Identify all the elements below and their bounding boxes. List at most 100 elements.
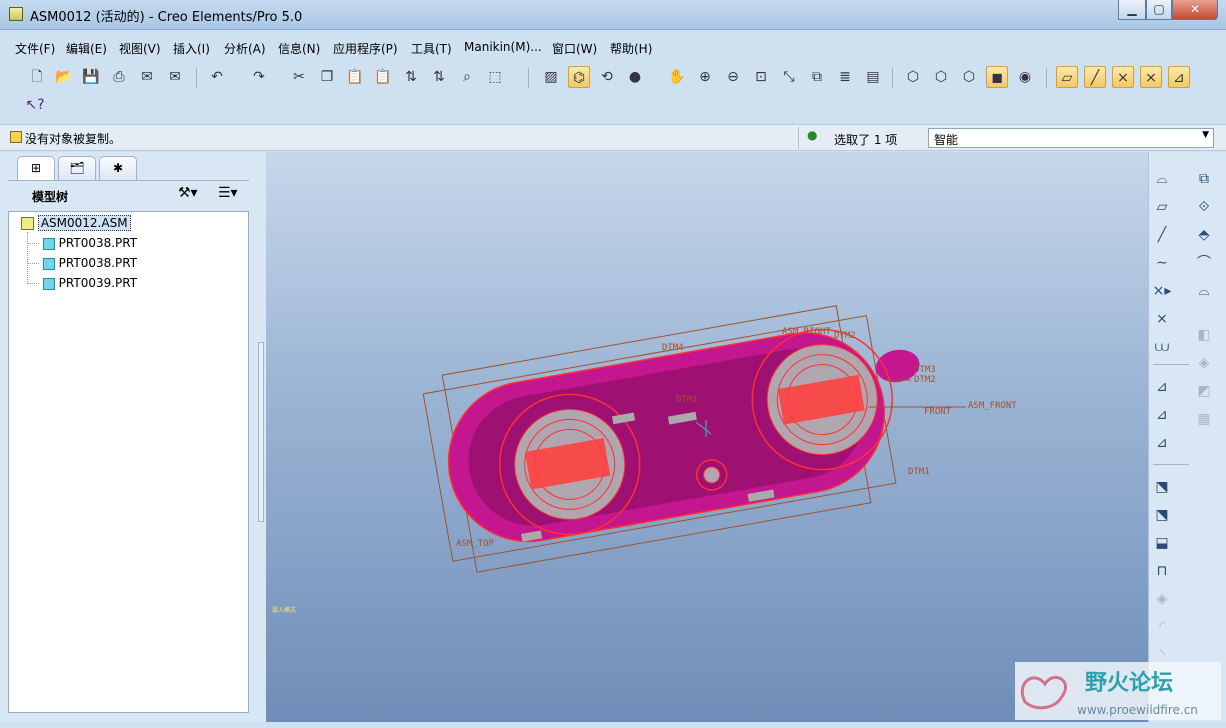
datum-label: ASM_TOP [456, 539, 495, 549]
mirror-icon[interactable]: ⟐ [1193, 196, 1215, 218]
datum-label: DTM3 [914, 365, 936, 375]
no-hidden-icon[interactable]: ⬡ [958, 66, 980, 88]
view-manager-icon[interactable]: ▤ [862, 66, 884, 88]
menu-analysis[interactable]: 分析(A) [224, 40, 266, 57]
datum-point-tool-icon[interactable]: ×▸ [1151, 280, 1173, 302]
pan-icon[interactable]: ✋ [666, 66, 688, 88]
datum-plane-tool-icon[interactable]: ▱ [1151, 196, 1173, 218]
copy-icon[interactable]: ❐ [316, 66, 338, 88]
minimize-button[interactable]: ▁ [1118, 0, 1146, 20]
reorient-icon[interactable]: ⤡ [778, 66, 800, 88]
appearance-icon[interactable]: ● [624, 66, 646, 88]
zoom-in-icon[interactable]: ⊕ [694, 66, 716, 88]
select-box-icon[interactable]: ⬚ [484, 66, 506, 88]
enhanced-realism-icon[interactable]: ◉ [1014, 66, 1036, 88]
maximize-button[interactable]: ▢ [1146, 0, 1172, 20]
close-button[interactable]: ✕ [1172, 0, 1218, 20]
datum-curve-sketch-icon[interactable]: ⌓ [1151, 168, 1173, 190]
email-icon[interactable]: ✉ [136, 66, 158, 88]
orient-mode-icon[interactable]: ⟲ [596, 66, 618, 88]
copy-feature-icon[interactable]: ⧉ [1193, 168, 1215, 190]
tree-item-part[interactable]: PRT0038.PRT [27, 236, 137, 250]
coordinate-systems-icon[interactable]: ⨯ [1140, 66, 1162, 88]
traffic-light-icon[interactable]: ● [807, 128, 817, 148]
graphics-window[interactable]: ASM_RIGHT DTM2 DTM4 DTM3 DTM2 ASM_FRONT … [266, 152, 1148, 722]
wireframe-icon[interactable]: ⬡ [902, 66, 924, 88]
viewport-note: 露入模式 [272, 606, 296, 614]
menu-view[interactable]: 视图(V) [119, 40, 161, 57]
context-help-icon[interactable]: ↖? [24, 94, 46, 116]
new-icon[interactable]: 🗋 [26, 66, 48, 88]
tree-item-assembly[interactable]: ASM0012.ASM [21, 215, 131, 231]
package-icon[interactable]: ⊿ [1151, 432, 1173, 454]
merge-icon[interactable]: ⬘ [1193, 224, 1215, 246]
hole-icon[interactable]: ⬔ [1151, 476, 1173, 498]
trim-icon[interactable]: ◧ [1193, 324, 1215, 346]
zoom-out-icon[interactable]: ⊖ [722, 66, 744, 88]
offset-icon[interactable]: ◈ [1193, 352, 1215, 374]
pattern-icon[interactable]: ▦ [1193, 408, 1215, 430]
analysis-feature-icon[interactable]: ⩊ [1151, 336, 1173, 358]
datum-curve-icon[interactable]: ∼ [1151, 252, 1173, 274]
email-link-icon[interactable]: ✉ [164, 66, 186, 88]
show-icon[interactable]: ☰▾ [218, 185, 238, 201]
create-component-icon[interactable]: ⊿ [1151, 404, 1173, 426]
tab-model-tree[interactable]: ⊞ [17, 156, 55, 180]
csys-tool-icon[interactable]: ⨯ [1151, 308, 1173, 330]
menu-insert[interactable]: 插入(I) [173, 40, 210, 57]
save-icon[interactable]: 💾 [80, 66, 102, 88]
logo-url: www.proewildfire.cn [1077, 703, 1198, 717]
menu-tools[interactable]: 工具(T) [411, 40, 452, 57]
regenerate-manager-icon[interactable]: ⇅ [428, 66, 450, 88]
panel-splitter[interactable] [258, 342, 264, 522]
shell-icon[interactable]: ⊓ [1151, 560, 1173, 582]
paste-special-icon[interactable]: 📋 [372, 66, 394, 88]
menu-applications[interactable]: 应用程序(P) [333, 40, 398, 57]
paste-icon[interactable]: 📋 [344, 66, 366, 88]
menu-window[interactable]: 窗口(W) [552, 40, 597, 57]
hidden-line-icon[interactable]: ⬡ [930, 66, 952, 88]
datum-label: ASM_RIGHT [782, 327, 831, 337]
filter-value: 智能 [934, 133, 959, 147]
saved-views-icon[interactable]: ⧉ [806, 66, 828, 88]
surface-icon[interactable]: ⌒ [1193, 252, 1215, 274]
datum-planes-icon[interactable]: ▱ [1056, 66, 1078, 88]
tab-folder-browser[interactable]: 🗂 [58, 156, 96, 180]
tree-settings-icon[interactable]: ⚒▾ [178, 185, 198, 201]
revolve-icon[interactable]: ◈ [1151, 588, 1173, 610]
extend-icon[interactable]: ◩ [1193, 380, 1215, 402]
refit-icon[interactable]: ⊡ [750, 66, 772, 88]
menu-edit[interactable]: 编辑(E) [66, 40, 107, 57]
assemble-icon[interactable]: ⊿ [1151, 376, 1173, 398]
butterfly-logo [1021, 676, 1068, 710]
menu-manikin[interactable]: Manikin(M)... [464, 40, 542, 54]
spin-center-icon[interactable]: ⌬ [568, 66, 590, 88]
datum-axis-tool-icon[interactable]: ╱ [1151, 224, 1173, 246]
redo-icon[interactable]: ↷ [248, 66, 270, 88]
open-icon[interactable]: 📂 [53, 66, 75, 88]
tab-favorites[interactable]: ✱ [99, 156, 137, 180]
extrude-icon[interactable]: ⬓ [1151, 532, 1173, 554]
tree-item-part[interactable]: PRT0039.PRT [27, 276, 137, 290]
tree-item-part[interactable]: PRT0038.PRT [27, 256, 137, 270]
cut-icon[interactable]: ✂ [288, 66, 310, 88]
cut-tool-icon[interactable]: ⬔ [1151, 504, 1173, 526]
menu-file[interactable]: 文件(F) [15, 40, 55, 57]
layers-icon[interactable]: ≣ [834, 66, 856, 88]
find-icon[interactable]: ⌕ [456, 66, 478, 88]
filter-select[interactable]: 智能 ▼ [928, 128, 1214, 148]
datum-axes-icon[interactable]: ╱ [1084, 66, 1106, 88]
repaint-icon[interactable]: ▨ [540, 66, 562, 88]
regenerate-icon[interactable]: ⇅ [400, 66, 422, 88]
datum-label: DTM1 [908, 467, 930, 477]
print-icon[interactable]: ⎙ [108, 66, 130, 88]
shading-icon[interactable]: ◼ [986, 66, 1008, 88]
round-icon[interactable]: ◜ [1151, 616, 1173, 638]
menu-bar: 文件(F) 编辑(E) 视图(V) 插入(I) 分析(A) 信息(N) 应用程序… [0, 36, 1226, 58]
menu-help[interactable]: 帮助(H) [610, 40, 652, 57]
boundary-blend-icon[interactable]: ⌓ [1193, 280, 1215, 302]
datum-points-icon[interactable]: × [1112, 66, 1134, 88]
annotations-icon[interactable]: ⊿ [1168, 66, 1190, 88]
undo-icon[interactable]: ↶ [206, 66, 228, 88]
menu-info[interactable]: 信息(N) [278, 40, 320, 57]
